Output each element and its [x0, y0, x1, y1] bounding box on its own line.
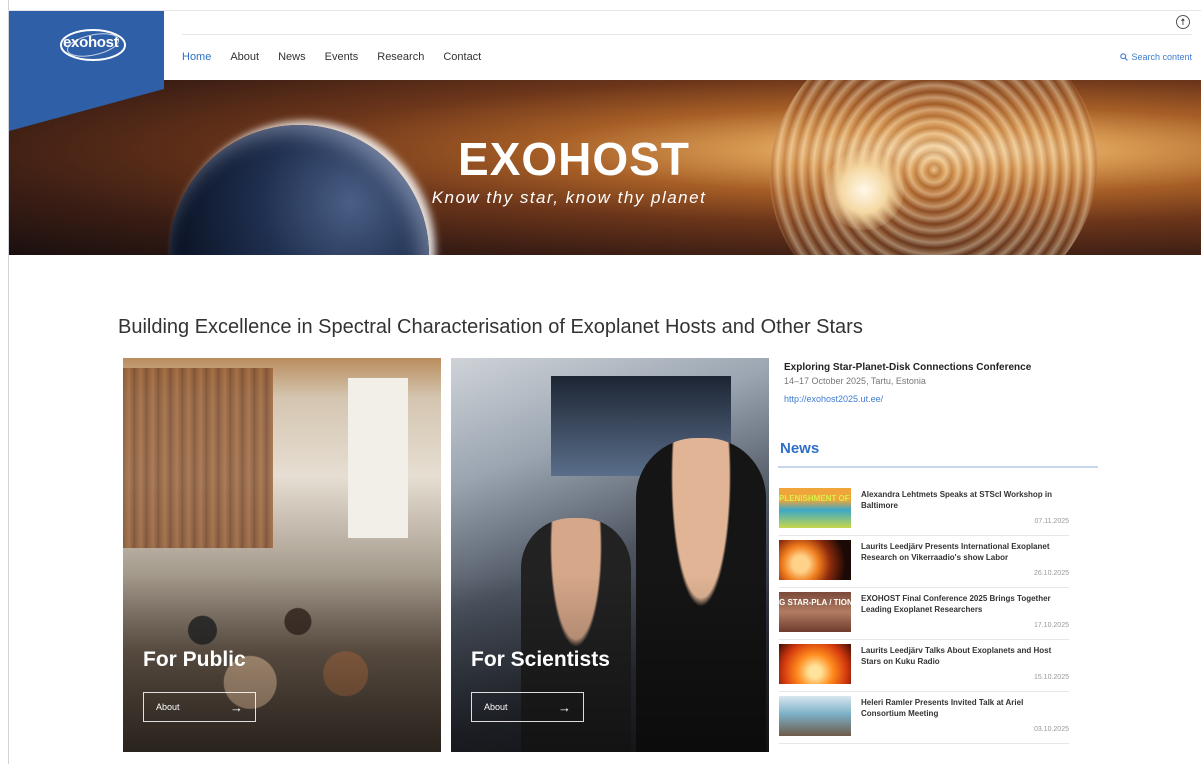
nav-news[interactable]: News: [278, 51, 306, 63]
nav-research[interactable]: Research: [377, 51, 424, 63]
news-date: 15.10.2025: [1033, 674, 1069, 681]
nav-about[interactable]: About: [230, 51, 259, 63]
hero-banner: EXOHOST Know thy star, know thy planet: [9, 80, 1201, 255]
page-frame-top: [8, 10, 1201, 11]
news-date: 17.10.2025: [1033, 622, 1069, 629]
news-title[interactable]: Laurits Leedjärv Presents International …: [861, 541, 1067, 563]
thumbnail-text: PLENISHMENT OF / ANETARY SYSTEM: [779, 494, 851, 503]
search-label: Search content: [1131, 52, 1192, 62]
thumbnail-text: G STAR-PLA / TIONS CONF: [779, 598, 851, 607]
logo-text: exohost: [63, 34, 119, 51]
accessibility-icon[interactable]: ☨: [1176, 15, 1190, 29]
nav-events[interactable]: Events: [325, 51, 359, 63]
news-thumbnail: [779, 644, 851, 684]
card-for-scientists[interactable]: For Scientists About →: [451, 358, 769, 752]
news-thumbnail: [779, 540, 851, 580]
news-item[interactable]: Laurits Leedjärv Presents International …: [779, 536, 1069, 588]
news-thumbnail: G STAR-PLA / TIONS CONF: [779, 592, 851, 632]
conference-link[interactable]: http://exohost2025.ut.ee/: [784, 394, 883, 404]
news-thumbnail: PLENISHMENT OF / ANETARY SYSTEM: [779, 488, 851, 528]
nav-contact[interactable]: Contact: [443, 51, 481, 63]
button-label: About: [484, 702, 508, 712]
window-image: [348, 378, 408, 538]
search-button[interactable]: Search content: [1120, 52, 1192, 62]
news-item[interactable]: Laurits Leedjärv Talks About Exoplanets …: [779, 640, 1069, 692]
news-date: 03.10.2025: [1033, 726, 1069, 733]
nav-home[interactable]: Home: [182, 51, 211, 63]
arrow-right-icon: →: [230, 699, 243, 715]
arrow-right-icon: →: [558, 699, 571, 715]
card-title: For Public: [143, 648, 246, 671]
topbar-divider: [182, 34, 1192, 35]
conference-details: 14–17 October 2025, Tartu, Estonia: [784, 376, 926, 386]
news-item[interactable]: PLENISHMENT OF / ANETARY SYSTEM Alexandr…: [779, 484, 1069, 536]
news-title[interactable]: Laurits Leedjärv Talks About Exoplanets …: [861, 645, 1067, 667]
hero-subtitle: Know thy star, know thy planet: [431, 188, 707, 207]
conference-title: Exploring Star-Planet-Disk Connections C…: [784, 362, 1032, 373]
main-nav: Home About News Events Research Contact: [182, 51, 500, 63]
news-title[interactable]: Heleri Ramler Presents Invited Talk at A…: [861, 697, 1067, 719]
news-divider: [778, 466, 1098, 468]
search-icon: [1120, 53, 1129, 61]
for-scientists-about-button[interactable]: About →: [471, 692, 584, 722]
news-thumbnail: [779, 696, 851, 736]
news-heading: News: [780, 440, 820, 457]
stage-curtain-image: [123, 368, 273, 548]
hero-title: EXOHOST: [458, 133, 690, 185]
conference-announcement: Exploring Star-Planet-Disk Connections C…: [784, 362, 1084, 407]
news-list: PLENISHMENT OF / ANETARY SYSTEM Alexandr…: [779, 484, 1069, 744]
news-date: 07.11.2025: [1034, 518, 1069, 525]
card-for-public[interactable]: For Public About →: [123, 358, 441, 752]
button-label: About: [156, 702, 180, 712]
news-item[interactable]: G STAR-PLA / TIONS CONF EXOHOST Final Co…: [779, 588, 1069, 640]
news-date: 26.10.2025: [1033, 570, 1069, 577]
page-headline: Building Excellence in Spectral Characte…: [118, 316, 863, 338]
for-public-about-button[interactable]: About →: [143, 692, 256, 722]
news-item[interactable]: Heleri Ramler Presents Invited Talk at A…: [779, 692, 1069, 744]
card-title: For Scientists: [471, 648, 610, 671]
news-title[interactable]: Alexandra Lehtmets Speaks at STScI Works…: [861, 489, 1067, 511]
news-title[interactable]: EXOHOST Final Conference 2025 Brings Tog…: [861, 593, 1067, 615]
